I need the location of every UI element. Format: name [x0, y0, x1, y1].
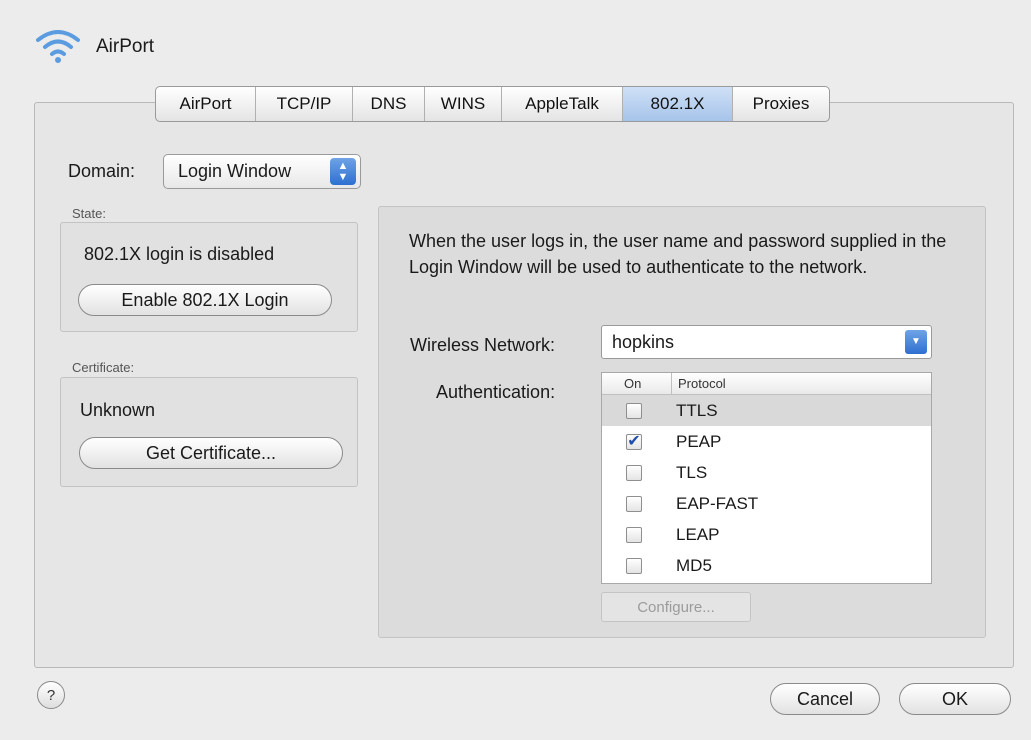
- tab-airport[interactable]: AirPort: [156, 87, 256, 121]
- domain-value: Login Window: [178, 161, 292, 181]
- authentication-label: Authentication:: [436, 382, 556, 402]
- ok-button[interactable]: OK: [899, 683, 1011, 715]
- table-row[interactable]: ✔ PEAP: [602, 426, 931, 457]
- protocol-checkbox[interactable]: [626, 402, 642, 419]
- tab-tcpip[interactable]: TCP/IP: [256, 87, 353, 121]
- table-row[interactable]: TLS: [602, 457, 931, 488]
- tab-bar: AirPort TCP/IP DNS WINS AppleTalk 802.1X…: [155, 86, 830, 122]
- help-button[interactable]: ?: [37, 681, 65, 709]
- certificate-label: Certificate:: [72, 360, 135, 375]
- protocol-checkbox[interactable]: ✔: [626, 432, 642, 450]
- chevron-down-icon[interactable]: ▼: [905, 330, 927, 354]
- column-header-on[interactable]: On: [602, 373, 672, 394]
- wifi-icon: [34, 26, 82, 66]
- window-title: AirPort: [96, 36, 155, 57]
- cancel-button[interactable]: Cancel: [770, 683, 880, 715]
- column-header-protocol[interactable]: Protocol: [672, 373, 726, 394]
- enable-8021x-login-button[interactable]: Enable 802.1X Login: [78, 284, 332, 316]
- domain-label: Domain:: [68, 161, 136, 181]
- get-certificate-button[interactable]: Get Certificate...: [79, 437, 343, 469]
- table-row[interactable]: LEAP: [602, 519, 931, 550]
- authentication-table: On Protocol TTLS ✔ PEAP TLS EAP-FAST LEA…: [601, 372, 932, 584]
- tab-wins[interactable]: WINS: [425, 87, 502, 121]
- protocol-name: PEAP: [676, 431, 722, 451]
- protocol-checkbox[interactable]: [626, 526, 642, 543]
- wireless-network-value: hopkins: [612, 331, 675, 352]
- checkmark-icon: ✔: [627, 432, 641, 450]
- certificate-group: [60, 377, 358, 487]
- configure-button[interactable]: Configure...: [601, 592, 751, 622]
- wireless-network-label: Wireless Network:: [410, 335, 556, 355]
- certificate-status: Unknown: [80, 400, 156, 420]
- protocol-name: TLS: [676, 462, 708, 482]
- protocol-name: EAP-FAST: [676, 493, 759, 513]
- state-label: State:: [72, 206, 106, 221]
- table-row[interactable]: MD5: [602, 550, 931, 581]
- description-text: When the user logs in, the user name and…: [409, 231, 947, 277]
- domain-select[interactable]: Login Window ▲ ▼: [163, 154, 361, 189]
- protocol-checkbox[interactable]: [626, 495, 642, 512]
- protocol-name: MD5: [676, 555, 712, 575]
- table-header: On Protocol: [602, 373, 931, 395]
- tab-proxies[interactable]: Proxies: [733, 87, 829, 121]
- protocol-checkbox[interactable]: [626, 464, 642, 481]
- table-row[interactable]: TTLS: [602, 395, 931, 426]
- protocol-name: TTLS: [676, 400, 718, 420]
- protocol-name: LEAP: [676, 524, 720, 544]
- wireless-network-combobox[interactable]: hopkins ▼: [601, 325, 932, 359]
- tab-dns[interactable]: DNS: [353, 87, 425, 121]
- tab-8021x[interactable]: 802.1X: [623, 87, 733, 121]
- state-status: 802.1X login is disabled: [84, 244, 275, 264]
- tab-appletalk[interactable]: AppleTalk: [502, 87, 623, 121]
- protocol-checkbox[interactable]: [626, 557, 642, 574]
- chevron-updown-icon: ▲ ▼: [330, 158, 356, 185]
- table-row[interactable]: EAP-FAST: [602, 488, 931, 519]
